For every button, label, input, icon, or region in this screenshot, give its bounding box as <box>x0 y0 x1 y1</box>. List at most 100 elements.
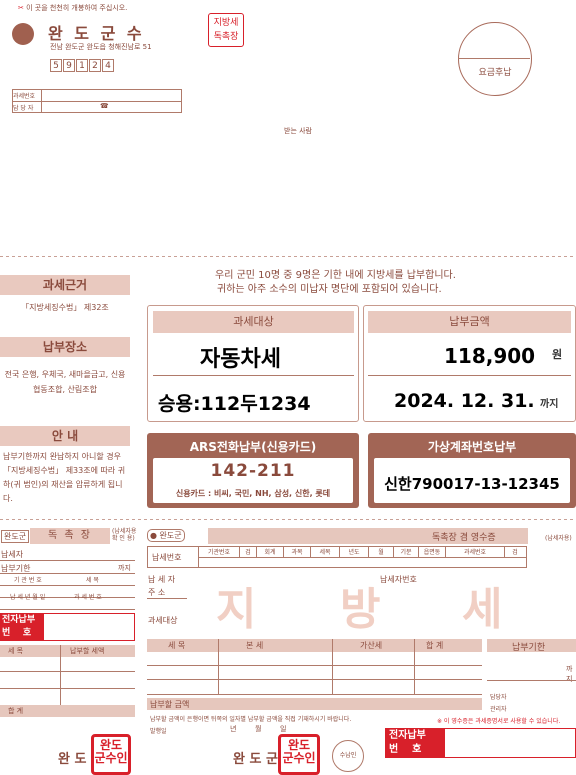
col-label: 월 <box>369 547 394 557</box>
virtual-value[interactable]: 신한790017-13-12345 <box>374 473 570 494</box>
stub-bottom-org: 완 도 군 <box>233 752 278 767</box>
recipient-label: 받는 사람 <box>284 127 312 135</box>
divider <box>0 688 135 689</box>
grid-head: 가산세 <box>360 641 383 650</box>
amount-divider <box>368 375 571 376</box>
guide-title: 안 내 <box>0 426 130 446</box>
postal-digit: 2 <box>89 59 101 72</box>
date-unit: 일 <box>280 725 287 733</box>
postal-code: 5 9 1 2 4 <box>50 59 114 72</box>
divider <box>41 89 42 113</box>
officer-2: 관리자 <box>490 706 507 713</box>
left-org-code: 기 관 번 호 <box>14 577 42 584</box>
target-label: 과세대상 <box>148 616 178 625</box>
col-label: 과세번호 <box>446 547 505 557</box>
grid-head: 세 목 <box>168 641 186 650</box>
tax-no-columns: 기관번호 검 회계 과목 세목 년도 월 기분 읍면동 과세번호 검 <box>199 547 527 557</box>
left-item-label: 세 목 <box>86 577 99 584</box>
fold-line <box>0 256 576 257</box>
col-label: 검 <box>240 547 257 557</box>
due-value: 2024. 12. 31. <box>394 390 535 412</box>
postal-digit: 4 <box>102 59 114 72</box>
amount-value: 118,900 <box>444 344 536 368</box>
stamp-line: 독촉장 <box>213 32 239 42</box>
divider <box>0 560 135 561</box>
grid-head: 본 세 <box>246 641 264 650</box>
ars-number[interactable]: 142-211 <box>153 461 353 481</box>
guide-text: 납부기한까지 완납하지 아니할 경우 「지방세징수법」 제33조에 따라 귀하(… <box>3 452 126 503</box>
target-divider <box>153 375 354 376</box>
divider <box>218 639 219 694</box>
left-e-pay-label: 전자납부 번 호 <box>0 613 44 641</box>
col-label: 읍면동 <box>419 547 446 557</box>
scissors-icon: ✂ <box>18 4 24 12</box>
stub-logo-icon: ● <box>150 531 157 540</box>
col-label: 회계 <box>257 547 284 557</box>
divider <box>198 557 527 558</box>
left-year-month: 납 세 년 월 일 <box>10 594 46 601</box>
divider <box>0 671 135 672</box>
ars-cards: 신용카드 : 비씨, 국민, NH, 삼성, 신한, 롯데 <box>175 489 331 498</box>
col-label: 과목 <box>284 547 311 557</box>
manager-label: 담 당 자 <box>13 105 34 112</box>
postal-digit: 9 <box>63 59 75 72</box>
left-item-col: 세 목 <box>8 647 24 655</box>
tax-notice-stamp: 지방세 독촉장 <box>208 13 244 47</box>
divider <box>414 639 415 694</box>
dept-label: 과세번호 <box>13 93 36 100</box>
col-label: 검 <box>512 549 518 556</box>
notice-line-1: 우리 군민 10명 중 9명은 기한 내에 지방세를 납부합니다. <box>215 270 456 281</box>
due-suffix-main: 까지 <box>566 665 573 683</box>
divider <box>332 639 333 694</box>
target-value: 자동차세 <box>200 347 281 372</box>
org-logo-icon <box>12 23 34 45</box>
place-title: 납부장소 <box>0 337 130 357</box>
left-seal-text: 완도 군수인 <box>94 738 128 765</box>
payer-label: 납 세 자 <box>148 575 176 584</box>
col-label: 기관번호 <box>199 547 240 557</box>
phone-icon: ☎ <box>100 102 109 110</box>
left-due-suffix: 까지 <box>118 564 131 572</box>
col-label: 세목 <box>311 547 340 557</box>
basis-text: 「지방세징수법」 제32조 <box>21 303 109 312</box>
left-total-label: 합 계 <box>8 707 24 715</box>
divider <box>147 598 187 599</box>
left-tax-no: 과 세 번 호 <box>74 594 102 601</box>
divider <box>0 573 135 574</box>
basis-title: 과세근거 <box>0 275 130 295</box>
col-label: 년도 <box>340 547 369 557</box>
virtual-title: 가상계좌번호납부 <box>427 440 517 454</box>
postal-digit: 5 <box>50 59 62 72</box>
date-unit: 월 <box>255 725 262 733</box>
stub-title: 독촉장 겸 영수증 <box>432 533 496 543</box>
org-address: 전남 완도군 완도읍 청해진남로 51 <box>50 43 152 51</box>
stub-org-tag-text: 완도군 <box>159 531 182 540</box>
left-stub-org-tag: 완도군 <box>1 530 30 543</box>
receipt-note: ※ 이 영수증은 과세증명서로 사용할 수 있습니다. <box>437 718 561 725</box>
notice-line: ✂ 이 곳을 천천히 개봉하여 주십시오. <box>18 3 127 13</box>
stub-copy-note: (납세자용) <box>545 535 572 542</box>
divider <box>0 585 135 586</box>
footer-note: 납부할 금액이 은행이면 뒤쪽의 일자별 납부할 금액을 직접 기재하시기 바랍… <box>150 716 352 723</box>
officer-1: 담당자 <box>490 694 507 701</box>
divider <box>0 609 135 610</box>
target-header: 과세대상 <box>153 311 354 333</box>
left-stub-note: (납세자용 확 인 용) <box>112 528 136 542</box>
amount-unit: 원 <box>552 348 563 361</box>
ars-title: ARS전화납부(신용카드) <box>189 440 317 454</box>
stub-e-pay-label: 전자납부 번 호 <box>385 728 445 758</box>
postage-mark <box>458 22 532 96</box>
left-bottom-org: 완 도 <box>58 752 87 767</box>
stub-org-tag: ● 완도군 <box>147 529 185 542</box>
payer-no-label: 납세자번호 <box>380 575 417 584</box>
postage-divider <box>458 58 530 59</box>
amount-header: 납부금액 <box>368 311 571 333</box>
target-detail: 승용:112두1234 <box>158 393 311 415</box>
notice-line-2: 귀하는 아주 소수의 미납자 명단에 포함되어 있습니다. <box>217 284 442 295</box>
ghost-char: 세 <box>462 584 503 635</box>
divider <box>487 680 576 681</box>
due-suffix: 까지 <box>540 399 559 410</box>
address-label: 주 소 <box>148 588 166 597</box>
ghost-char: 방 <box>340 584 381 635</box>
stub-seal-text: 완도 군수인 <box>282 738 316 765</box>
